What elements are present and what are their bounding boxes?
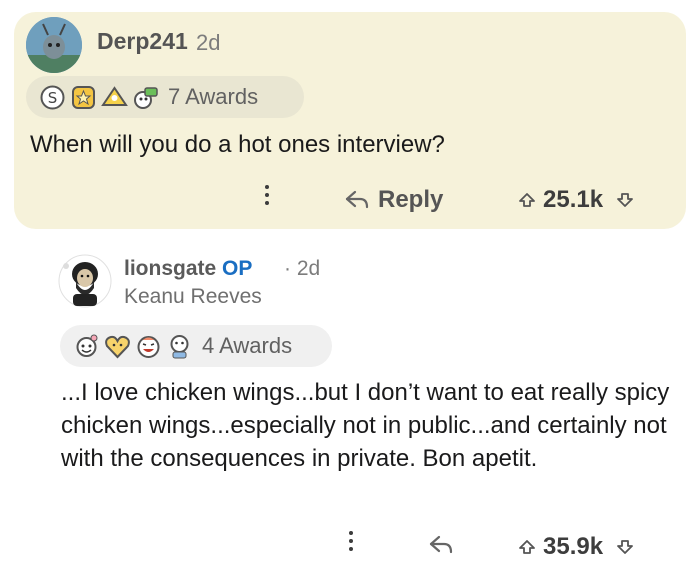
comment-author[interactable]: lionsgate OP xyxy=(124,257,252,281)
downvote-icon[interactable] xyxy=(617,540,633,554)
avatar-derp241[interactable] xyxy=(26,17,82,73)
vote-controls: 25.1k xyxy=(519,186,633,214)
comment-age: 2d xyxy=(196,30,221,55)
reply-button[interactable]: Reply xyxy=(344,186,443,214)
helpful-award-icon xyxy=(100,83,129,112)
heart-award-icon xyxy=(103,332,132,361)
comment-body: ...I love chicken wings...but I don’t wa… xyxy=(61,379,670,472)
laughing-award-icon xyxy=(134,332,163,361)
author-name: lionsgate xyxy=(124,257,217,280)
avatar-lionsgate[interactable] xyxy=(58,254,112,308)
comment-age: · 2d xyxy=(284,257,320,281)
money-award-icon xyxy=(131,83,160,112)
upvote-icon[interactable] xyxy=(519,193,535,207)
awards-count: 7 Awards xyxy=(168,84,259,109)
downvote-icon[interactable] xyxy=(617,193,633,207)
vote-controls: 35.9k xyxy=(519,533,633,561)
wholesome-award-icon xyxy=(72,332,101,361)
op-badge: OP xyxy=(222,257,253,280)
user-flair: Keanu Reeves xyxy=(124,285,262,308)
awards-pill[interactable]: 4 Awards xyxy=(60,325,332,367)
comment-body: When will you do a hot ones interview? xyxy=(30,131,445,158)
meta-separator: · xyxy=(284,257,291,280)
more-options-icon[interactable] xyxy=(263,185,271,205)
more-options-icon[interactable] xyxy=(347,531,355,551)
silver-award-icon: S xyxy=(38,83,67,112)
gold-award-icon xyxy=(69,83,98,112)
comment-age-value: 2d xyxy=(296,257,321,280)
thinking-award-icon xyxy=(165,332,194,361)
reply-label: Reply xyxy=(378,186,444,213)
vote-score: 25.1k xyxy=(543,186,604,213)
vote-score: 35.9k xyxy=(543,533,604,560)
reply-icon xyxy=(345,190,369,209)
upvote-icon[interactable] xyxy=(519,540,535,554)
awards-count: 4 Awards xyxy=(202,333,293,358)
comment-author[interactable]: Derp241 xyxy=(97,28,188,55)
awards-pill[interactable]: S 7 Awards xyxy=(26,76,304,118)
svg-text:S: S xyxy=(48,89,58,107)
reply-icon[interactable] xyxy=(428,534,454,556)
